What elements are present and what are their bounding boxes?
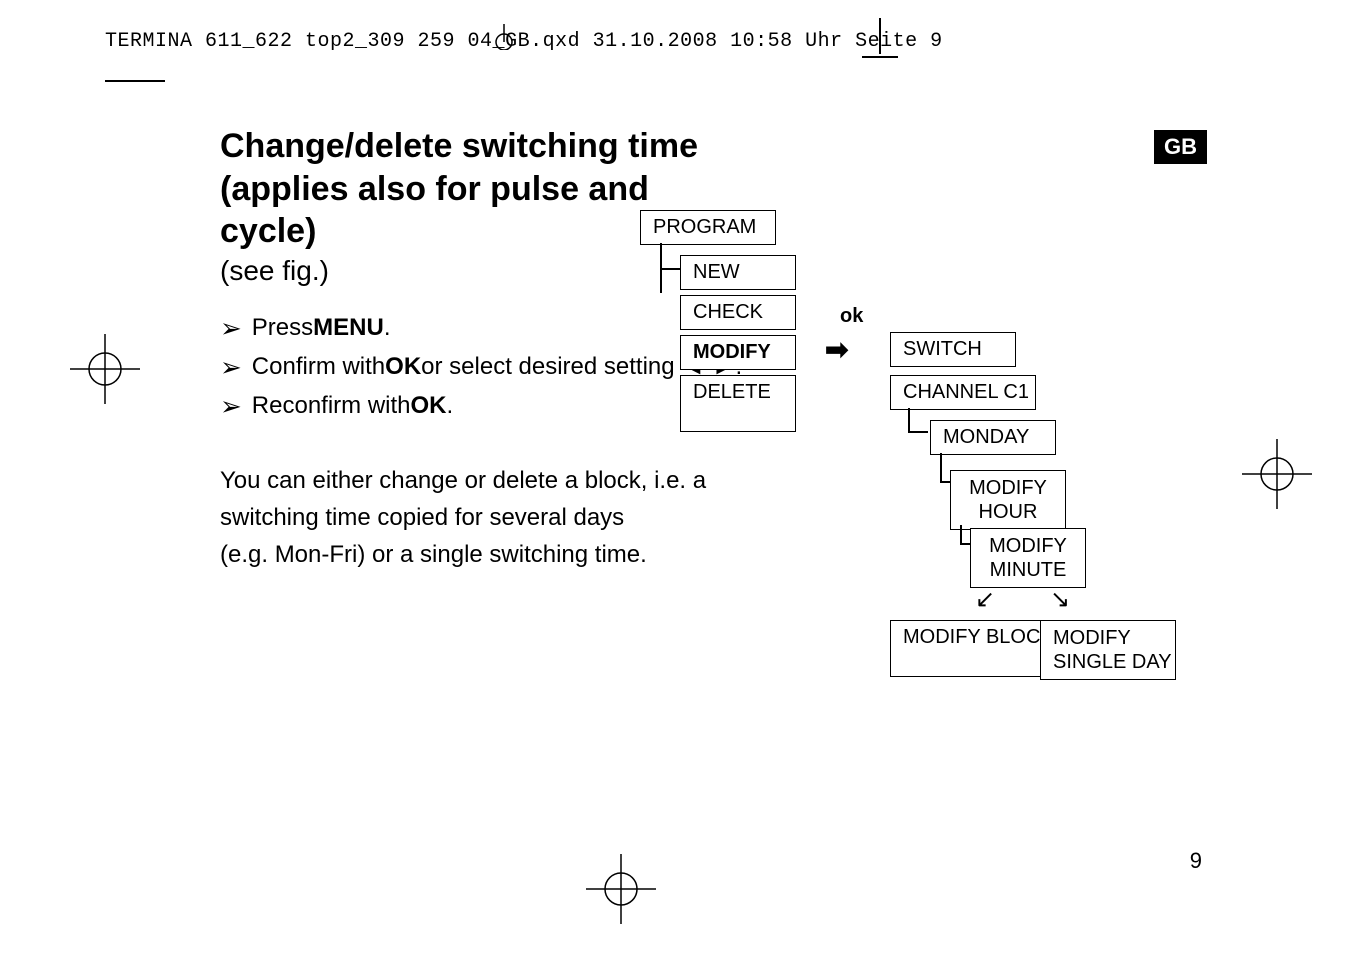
diagram-ok-label: ok	[840, 305, 863, 328]
li-pre: Reconfirm with	[252, 392, 411, 420]
diagram-box-channel: CHANNEL C1	[890, 375, 1036, 410]
registration-mark-left	[70, 334, 140, 404]
diagram-modify-min-l1: MODIFY	[989, 535, 1067, 557]
para-l3: (e.g. Mon-Fri) or a single switching tim…	[220, 541, 647, 568]
diagram-box-check: CHECK	[680, 295, 796, 330]
header-text: TERMINA 611_622 top2_309 259 04_GB.qxd 3…	[105, 30, 943, 53]
crosshair-icon	[491, 24, 517, 50]
para-l1: You can either change or delete a block,…	[220, 467, 706, 494]
page-number: 9	[1190, 848, 1202, 874]
bullet-arrow-icon: ➢	[220, 391, 242, 422]
diagram-modify-single-l1: MODIFY	[1053, 627, 1131, 649]
registration-mark-right	[1242, 439, 1312, 509]
title-line-2: (applies also for pulse and	[220, 170, 649, 208]
diagram-box-monday: MONDAY	[930, 420, 1056, 455]
li-bold: OK	[385, 353, 421, 381]
split-arrow-right-icon: ↘	[1050, 585, 1070, 614]
li-bold: OK	[411, 392, 447, 420]
diagram-box-program: PROGRAM	[640, 210, 776, 245]
top-tab-mark	[862, 18, 898, 54]
header-line	[862, 56, 898, 58]
diagram-box-modify: MODIFY	[680, 335, 796, 370]
split-arrow-left-icon: ↙	[975, 585, 995, 614]
diagram-modify-hour-l1: MODIFY	[969, 477, 1047, 499]
diagram-box-modify-hour: MODIFY HOUR	[950, 470, 1066, 530]
diagram-modify-single-l2: SINGLE DAY	[1053, 651, 1172, 673]
diagram-modify-hour-l2: HOUR	[979, 501, 1038, 523]
diagram-box-modify-single: MODIFY SINGLE DAY	[1040, 620, 1176, 680]
li-pre: Press	[252, 314, 313, 342]
li-post: .	[384, 314, 391, 342]
diagram-box-modify-block: MODIFY BLOCK	[890, 620, 1046, 677]
diagram-box-delete: DELETE	[680, 375, 796, 432]
para-l2: switching time copied for several days	[220, 504, 624, 531]
li-bold: MENU	[313, 314, 384, 342]
registration-mark-bottom	[586, 854, 656, 924]
bullet-arrow-icon: ➢	[220, 352, 242, 383]
diagram-box-modify-minute: MODIFY MINUTE	[970, 528, 1086, 588]
diagram-box-new: NEW	[680, 255, 796, 290]
bullet-arrow-icon: ➢	[220, 313, 242, 344]
diagram-arrow-icon: ➡	[825, 333, 848, 366]
title-line-1: Change/delete switching time	[220, 127, 698, 165]
li-pre: Confirm with	[252, 353, 385, 381]
diagram-box-switch: SWITCH	[890, 332, 1016, 367]
title-line-3: cycle)	[220, 212, 316, 250]
diagram-modify-min-l2: MINUTE	[990, 559, 1067, 581]
print-header: TERMINA 611_622 top2_309 259 04_GB.qxd 3…	[105, 30, 943, 53]
short-line-left	[105, 80, 165, 82]
li-post: .	[447, 392, 454, 420]
